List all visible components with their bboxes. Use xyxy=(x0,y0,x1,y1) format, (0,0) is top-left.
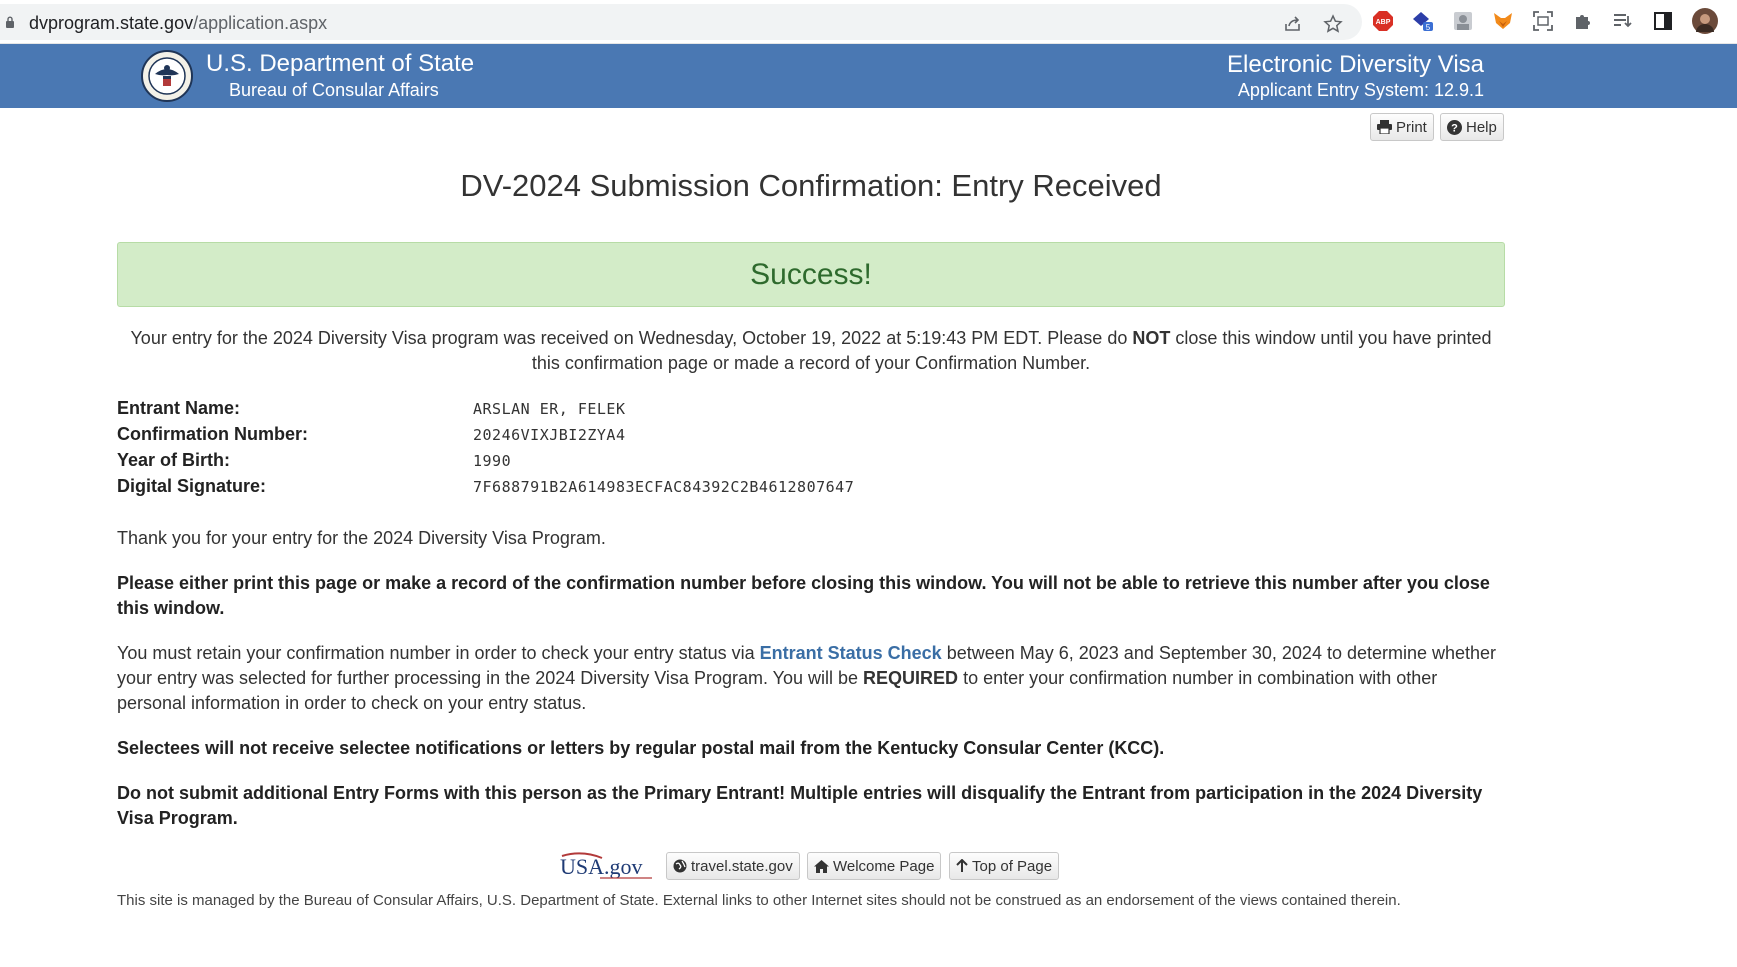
reading-list-icon[interactable] xyxy=(1612,10,1634,32)
digital-signature-label: Digital Signature: xyxy=(117,476,267,496)
url-path: /application.aspx xyxy=(193,13,328,33)
confirmation-number-label: Confirmation Number: xyxy=(117,424,308,444)
travel-state-gov-button[interactable]: travel.state.gov xyxy=(666,852,800,880)
printer-icon xyxy=(1377,120,1392,134)
arrow-up-icon xyxy=(956,859,968,872)
multiple-entries-warning: Do not submit additional Entry Forms wit… xyxy=(117,783,1483,828)
usagov-logo[interactable]: USA.gov xyxy=(560,850,660,884)
top-of-page-button[interactable]: Top of Page xyxy=(949,852,1060,880)
thank-you-text: Thank you for your entry for the 2024 Di… xyxy=(117,528,606,548)
extensions-puzzle-icon[interactable] xyxy=(1572,10,1594,32)
intro-text-part: Your entry for the 2024 Diversity Visa p… xyxy=(130,328,1133,348)
top-of-page-label: Top of Page xyxy=(972,857,1053,875)
digital-signature-value: 7F688791B2A614983ECFAC84392C2B4612807647 xyxy=(473,478,855,496)
confirmation-number-value: 20246VIXJBI2ZYA4 xyxy=(473,426,626,444)
svg-text:5: 5 xyxy=(1426,23,1431,32)
avatar[interactable] xyxy=(1692,8,1718,34)
home-icon xyxy=(814,859,829,873)
intro-text: Your entry for the 2024 Diversity Visa p… xyxy=(117,326,1505,376)
welcome-page-label: Welcome Page xyxy=(833,857,935,875)
bookmark-star-icon[interactable] xyxy=(1323,14,1343,34)
footer-disclaimer: This site is managed by the Bureau of Co… xyxy=(117,892,1401,909)
print-button[interactable]: Print xyxy=(1370,113,1434,141)
browser-toolbar: dvprogram.state.gov/application.aspx ABP… xyxy=(0,0,1737,44)
success-text: Success! xyxy=(750,257,872,291)
help-label: Help xyxy=(1466,118,1497,136)
travel-state-gov-label: travel.state.gov xyxy=(691,857,793,875)
year-of-birth-label: Year of Birth: xyxy=(117,450,231,470)
url-text[interactable]: dvprogram.state.gov/application.aspx xyxy=(29,13,327,34)
entrant-status-check-link[interactable]: Entrant Status Check xyxy=(760,643,942,663)
extension-badge-icon[interactable]: 5 xyxy=(1412,10,1434,32)
print-warning: Please either print this page or make a … xyxy=(117,573,1490,618)
required-emphasis: REQUIRED xyxy=(863,668,959,688)
system-version: Applicant Entry System: 12.9.1 xyxy=(1237,80,1484,100)
svg-text:?: ? xyxy=(1451,122,1458,134)
help-button[interactable]: ? Help xyxy=(1440,113,1504,141)
welcome-page-button[interactable]: Welcome Page xyxy=(807,852,942,880)
success-alert: Success! xyxy=(117,242,1505,307)
svg-text:ABP: ABP xyxy=(1376,19,1391,26)
retain-paragraph: You must retain your confirmation number… xyxy=(117,641,1507,716)
retain-text-part: You must retain your confirmation number… xyxy=(117,643,760,663)
profile-extension-icon[interactable] xyxy=(1452,10,1474,32)
system-title: Electronic Diversity Visa xyxy=(1227,51,1484,78)
intro-emphasis: NOT xyxy=(1132,328,1171,348)
screenshot-capture-icon[interactable] xyxy=(1532,10,1554,32)
page-title: DV-2024 Submission Confirmation: Entry R… xyxy=(460,168,1162,203)
year-of-birth-value: 1990 xyxy=(473,452,512,470)
side-panel-icon[interactable] xyxy=(1652,10,1674,32)
question-circle-icon: ? xyxy=(1447,119,1462,135)
share-icon[interactable] xyxy=(1283,14,1303,34)
bureau-name: Bureau of Consular Affairs xyxy=(229,80,439,100)
print-label: Print xyxy=(1396,118,1427,136)
url-host: dvprogram.state.gov xyxy=(29,13,194,33)
selectees-notice: Selectees will not receive selectee noti… xyxy=(117,738,1165,758)
entrant-name-label: Entrant Name: xyxy=(117,398,241,418)
metamask-fox-icon[interactable] xyxy=(1492,10,1514,32)
adblock-extension-icon[interactable]: ABP xyxy=(1372,10,1394,32)
entrant-name-value: ARSLAN ER, FELEK xyxy=(473,400,626,418)
address-bar[interactable]: dvprogram.state.gov/application.aspx xyxy=(0,4,1362,40)
department-name: U.S. Department of State xyxy=(206,50,475,77)
department-seal-icon xyxy=(141,50,193,102)
lock-icon[interactable] xyxy=(5,16,15,28)
globe-icon xyxy=(673,859,687,873)
site-header: U.S. Department of State Bureau of Consu… xyxy=(0,44,1737,108)
